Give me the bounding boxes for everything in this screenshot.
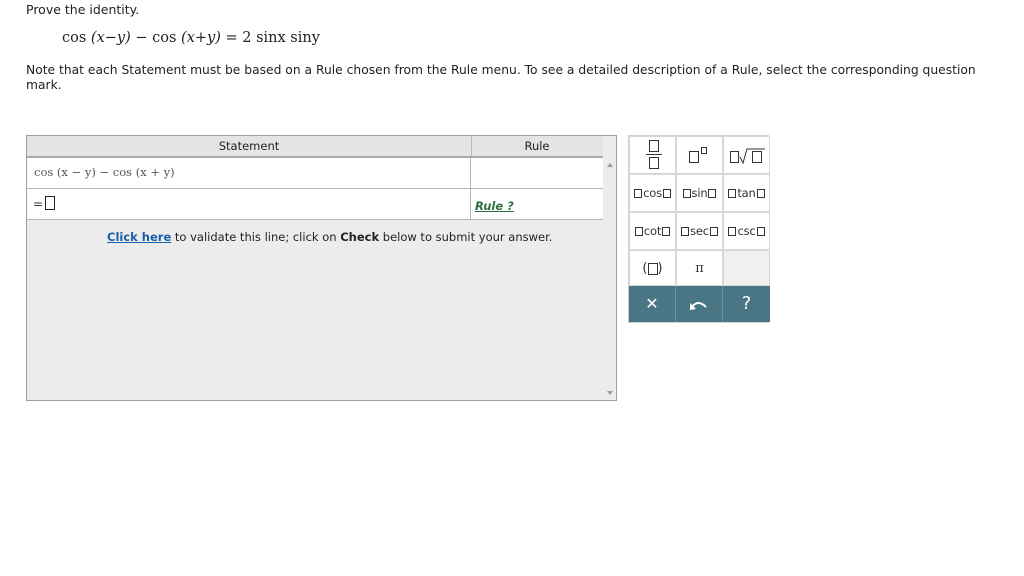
identity-arg-2: (x+y)	[181, 30, 221, 46]
placeholder-box-icon	[647, 262, 658, 275]
undo-button[interactable]	[676, 286, 723, 322]
placeholder-box-icon	[708, 189, 717, 198]
exponent-icon	[689, 147, 707, 163]
pi-label: π	[695, 261, 704, 276]
cot-button[interactable]: cot	[629, 212, 676, 250]
help-button[interactable]: ?	[723, 286, 770, 322]
identity-equals: =	[220, 30, 243, 46]
math-palette: cos sin tan cot sec csc () π ✕ ?	[628, 135, 770, 323]
rule-column-header: Rule	[524, 139, 550, 153]
placeholder-box-icon	[756, 189, 765, 198]
prompt-text: Prove the identity.	[26, 2, 140, 17]
csc-button[interactable]: csc	[723, 212, 770, 250]
scroll-up-arrow-icon[interactable]	[607, 163, 613, 167]
placeholder-box-icon	[728, 227, 737, 236]
tan-label: tan	[737, 186, 756, 200]
statement-column-header: Statement	[27, 136, 472, 156]
placeholder-box-icon	[681, 227, 690, 236]
nth-root-button[interactable]	[723, 136, 770, 174]
validate-check-word: Check	[340, 230, 380, 244]
sin-label: sin	[691, 186, 708, 200]
pi-button[interactable]: π	[676, 250, 723, 286]
parentheses-button[interactable]: ()	[629, 250, 676, 286]
identity-minus: −	[130, 30, 153, 46]
cot-label: cot	[643, 224, 662, 238]
validate-text-2: below to submit your answer.	[379, 230, 553, 244]
placeholder-box-icon	[728, 189, 737, 198]
undo-icon	[690, 294, 708, 313]
sec-label: sec	[690, 224, 709, 238]
identity-cos-2: cos	[152, 30, 177, 46]
statement-cell: cos (x − y) − cos (x + y)	[27, 158, 471, 188]
exponent-button[interactable]	[676, 136, 723, 174]
clear-button[interactable]: ✕	[629, 286, 676, 322]
sec-button[interactable]: sec	[676, 212, 723, 250]
sin-button[interactable]: sin	[676, 174, 723, 212]
identity-rhs: 2 sinx siny	[242, 30, 320, 46]
statement-input[interactable]	[45, 196, 55, 210]
placeholder-box-icon	[662, 227, 671, 236]
rule-cell: Rule ?	[471, 189, 603, 219]
nth-root-icon	[730, 147, 766, 168]
equals-sign: =	[33, 197, 44, 211]
identity-cos-1: cos	[62, 30, 87, 46]
validate-link[interactable]: Click here	[107, 230, 171, 244]
rule-cell	[471, 158, 603, 188]
validate-text-1: to validate this line; click on	[171, 230, 341, 244]
help-icon: ?	[741, 293, 752, 314]
validate-line: Click here to validate this line; click …	[107, 230, 552, 244]
instruction-note: Note that each Statement must be based o…	[26, 63, 976, 92]
paren-close: )	[657, 261, 663, 276]
placeholder-box-icon	[634, 189, 643, 198]
identity-arg-1: (x−y)	[90, 30, 131, 46]
proof-row-given: cos (x − y) − cos (x + y)	[27, 158, 603, 189]
cos-label: cos	[643, 186, 662, 200]
cos-button[interactable]: cos	[629, 174, 676, 212]
placeholder-box-icon	[634, 227, 643, 236]
placeholder-box-icon	[682, 189, 691, 198]
statement-cell: =	[27, 189, 471, 219]
proof-row-input: = Rule ?	[27, 189, 603, 220]
identity-equation: cos (x−y) − cos (x+y) = 2 sinx siny	[62, 30, 320, 46]
clear-icon: ✕	[645, 294, 659, 313]
csc-label: csc	[737, 224, 756, 238]
empty-palette-cell	[723, 250, 770, 286]
rule-select-link[interactable]: Rule ?	[475, 199, 514, 213]
placeholder-box-icon	[662, 189, 671, 198]
fraction-button[interactable]	[629, 136, 676, 174]
given-expression: cos (x − y) − cos (x + y)	[34, 165, 175, 179]
tan-button[interactable]: tan	[723, 174, 770, 212]
placeholder-box-icon	[709, 227, 718, 236]
scroll-down-arrow-icon[interactable]	[607, 391, 613, 395]
proof-table-header: Statement Rule	[27, 136, 603, 158]
proof-table: Statement Rule cos (x − y) − cos (x + y)…	[26, 135, 617, 401]
placeholder-box-icon	[756, 227, 765, 236]
